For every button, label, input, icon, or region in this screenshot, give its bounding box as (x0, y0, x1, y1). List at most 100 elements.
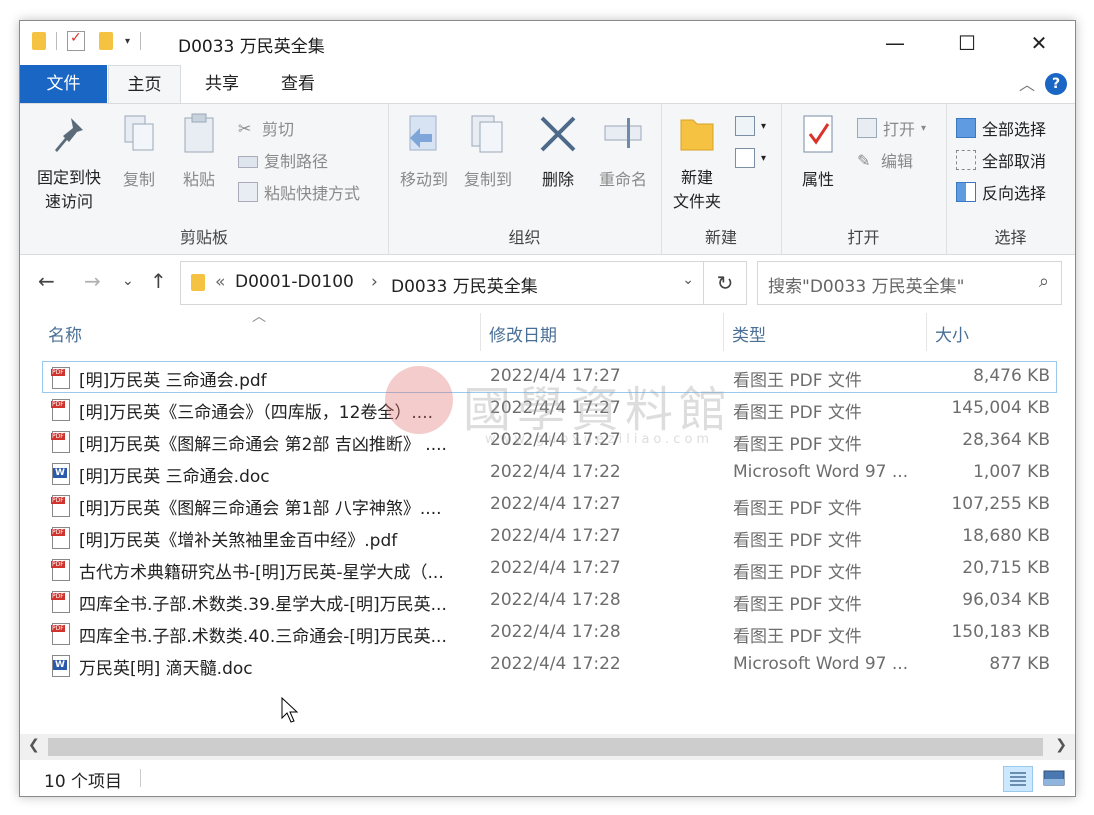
recent-locations-chevron-icon[interactable]: ⌄ (122, 273, 134, 289)
close-button[interactable]: ✕ (1003, 21, 1075, 65)
move-to-button[interactable]: 移动到 (394, 112, 454, 190)
file-name[interactable]: [明]万民英 三命通会.doc (79, 462, 474, 487)
tab-share[interactable]: 共享 (188, 65, 256, 103)
rename-button[interactable]: 重命名 (592, 112, 654, 190)
file-row[interactable]: [明]万民英《三命通会》（四库版，12卷全）.... 2022/4/4 17:2… (20, 393, 1075, 425)
file-type: 看图王 PDF 文件 (733, 595, 862, 615)
file-name[interactable]: 四库全书.子部.术数类.40.三命通会-[明]万民英... (79, 622, 474, 647)
file-row[interactable]: [明]万民英 三命通会.doc 2022/4/4 17:22 Microsoft… (20, 457, 1075, 489)
file-name[interactable]: [明]万民英《图解三命通会 第2部 吉凶推断》 .... (79, 430, 474, 455)
maximize-button[interactable]: ☐ (931, 21, 1003, 65)
file-name[interactable]: 四库全书.子部.术数类.39.星学大成-[明]万民英... (79, 590, 474, 615)
open-button[interactable]: 打开 ▾ (857, 116, 926, 140)
copy-to-button[interactable]: 复制到 (458, 112, 518, 190)
paste-shortcut-button[interactable]: 粘贴快捷方式 (238, 180, 360, 204)
properties-check-icon[interactable] (67, 30, 85, 51)
copy-path-button[interactable]: 复制路径 (238, 148, 328, 172)
tab-view[interactable]: 查看 (265, 65, 331, 103)
scroll-left-icon[interactable]: ❮ (28, 737, 40, 753)
file-name[interactable]: [明]万民英《三命通会》（四库版，12卷全）.... (79, 398, 474, 423)
pdf-file-icon (51, 431, 70, 453)
invert-selection-button[interactable]: 反向选择 (956, 180, 1046, 204)
large-icons-view-button[interactable] (1041, 766, 1067, 790)
file-name[interactable]: 万民英[明] 滴天髓.doc (79, 654, 474, 679)
cut-button[interactable]: ✂ 剪切 (238, 116, 294, 140)
navigation-bar: ← → ⌄ ↑ « D0001-D0100 › D0033 万民英全集 ⌄ ↻ … (20, 261, 1075, 307)
file-row[interactable]: 万民英[明] 滴天髓.doc 2022/4/4 17:22 Microsoft … (20, 649, 1075, 681)
help-icon[interactable]: ? (1045, 73, 1067, 95)
select-none-icon (956, 150, 976, 170)
file-name[interactable]: [明]万民英 三命通会.pdf (79, 366, 474, 391)
file-date: 2022/4/4 17:28 (490, 590, 621, 610)
back-arrow-icon[interactable]: ← (38, 269, 55, 293)
file-row[interactable]: [明]万民英《增补关煞袖里金百中经》.pdf 2022/4/4 17:27 看图… (20, 521, 1075, 553)
file-row[interactable]: 古代方术典籍研究丛书-[明]万民英-星学大成（... 2022/4/4 17:2… (20, 553, 1075, 585)
column-divider[interactable] (926, 313, 927, 351)
chevron-down-icon[interactable]: ▾ (125, 36, 130, 47)
file-date: 2022/4/4 17:27 (490, 398, 621, 418)
properties-icon (803, 115, 833, 153)
file-type: 看图王 PDF 文件 (733, 371, 862, 391)
minimize-button[interactable]: — (859, 21, 931, 65)
file-size: 18,680 KB (962, 526, 1050, 546)
clipboard-icon (184, 113, 214, 153)
file-name[interactable]: [明]万民英《增补关煞袖里金百中经》.pdf (79, 526, 474, 551)
copy-button[interactable]: 复制 (112, 112, 166, 190)
file-name[interactable]: [明]万民英《图解三命通会 第1部 八字神煞》.... (79, 494, 474, 519)
new-folder-icon[interactable] (99, 32, 113, 50)
pdf-file-icon (51, 495, 70, 517)
column-type[interactable]: 类型 (732, 321, 766, 346)
file-row[interactable]: [明]万民英《图解三命通会 第1部 八字神煞》.... 2022/4/4 17:… (20, 489, 1075, 521)
column-date[interactable]: 修改日期 (489, 321, 557, 346)
address-bar[interactable]: « D0001-D0100 › D0033 万民英全集 ⌄ ↻ (180, 261, 747, 305)
horizontal-scrollbar[interactable]: ❮ ❯ (20, 734, 1075, 760)
easy-access-button[interactable]: ▾ (735, 148, 766, 168)
breadcrumb-overflow[interactable]: « (215, 272, 225, 292)
column-name[interactable]: 名称 (48, 321, 82, 346)
pin-icon (55, 118, 83, 152)
file-date: 2022/4/4 17:27 (490, 366, 621, 386)
edit-button[interactable]: ✎ 编辑 (857, 148, 913, 172)
column-size[interactable]: 大小 (935, 321, 969, 346)
file-size: 20,715 KB (962, 558, 1050, 578)
search-placeholder[interactable]: 搜索"D0033 万民英全集" (768, 272, 964, 297)
file-row[interactable]: 四库全书.子部.术数类.40.三命通会-[明]万民英... 2022/4/4 1… (20, 617, 1075, 649)
refresh-icon[interactable]: ↻ (703, 262, 746, 304)
collapse-ribbon-icon[interactable]: ︿ (1019, 71, 1035, 95)
pin-quick-access-button[interactable]: 固定到快 速访问 (30, 112, 108, 214)
paste-button[interactable]: 粘贴 (172, 112, 226, 190)
file-name[interactable]: 古代方术典籍研究丛书-[明]万民英-星学大成（... (79, 558, 474, 583)
new-folder-button[interactable]: 新建 文件夹 (667, 112, 727, 214)
select-all-button[interactable]: 全部选择 (956, 116, 1046, 140)
file-date: 2022/4/4 17:22 (490, 654, 621, 674)
details-view-button[interactable] (1003, 766, 1033, 792)
select-none-button[interactable]: 全部取消 (956, 148, 1046, 172)
file-date: 2022/4/4 17:27 (490, 494, 621, 514)
file-size: 150,183 KB (951, 622, 1050, 642)
quick-access-toolbar: ▾ (32, 30, 145, 51)
breadcrumb-parent[interactable]: D0001-D0100 (235, 272, 354, 292)
tab-file[interactable]: 文件 (20, 65, 107, 103)
properties-button[interactable]: 属性 (787, 112, 849, 190)
search-box[interactable]: 搜索"D0033 万民英全集" ⌕ (757, 261, 1062, 305)
scroll-right-icon[interactable]: ❯ (1055, 737, 1067, 753)
column-divider[interactable] (480, 313, 481, 351)
tab-home[interactable]: 主页 (108, 65, 181, 104)
up-arrow-icon[interactable]: ↑ (150, 269, 167, 293)
breadcrumb-current[interactable]: D0033 万民英全集 (391, 272, 538, 297)
search-icon[interactable]: ⌕ (1039, 271, 1049, 292)
forward-arrow-icon[interactable]: → (84, 269, 101, 293)
column-divider[interactable] (723, 313, 724, 351)
delete-button[interactable]: 删除 (532, 112, 584, 190)
mouse-cursor-icon (281, 697, 299, 723)
file-row[interactable]: [明]万民英 三命通会.pdf 2022/4/4 17:27 看图王 PDF 文… (42, 361, 1057, 393)
paste-shortcut-icon (238, 182, 258, 202)
qat-divider-2 (140, 32, 142, 50)
file-row[interactable]: 四库全书.子部.术数类.39.星学大成-[明]万民英... 2022/4/4 1… (20, 585, 1075, 617)
chevron-down-icon[interactable]: ⌄ (682, 272, 694, 288)
file-type: 看图王 PDF 文件 (733, 403, 862, 423)
file-row[interactable]: [明]万民英《图解三命通会 第2部 吉凶推断》 .... 2022/4/4 17… (20, 425, 1075, 457)
scrollbar-thumb[interactable] (48, 738, 1043, 756)
breadcrumb-separator[interactable]: › (371, 272, 378, 292)
new-item-button[interactable]: ▾ (735, 116, 766, 136)
